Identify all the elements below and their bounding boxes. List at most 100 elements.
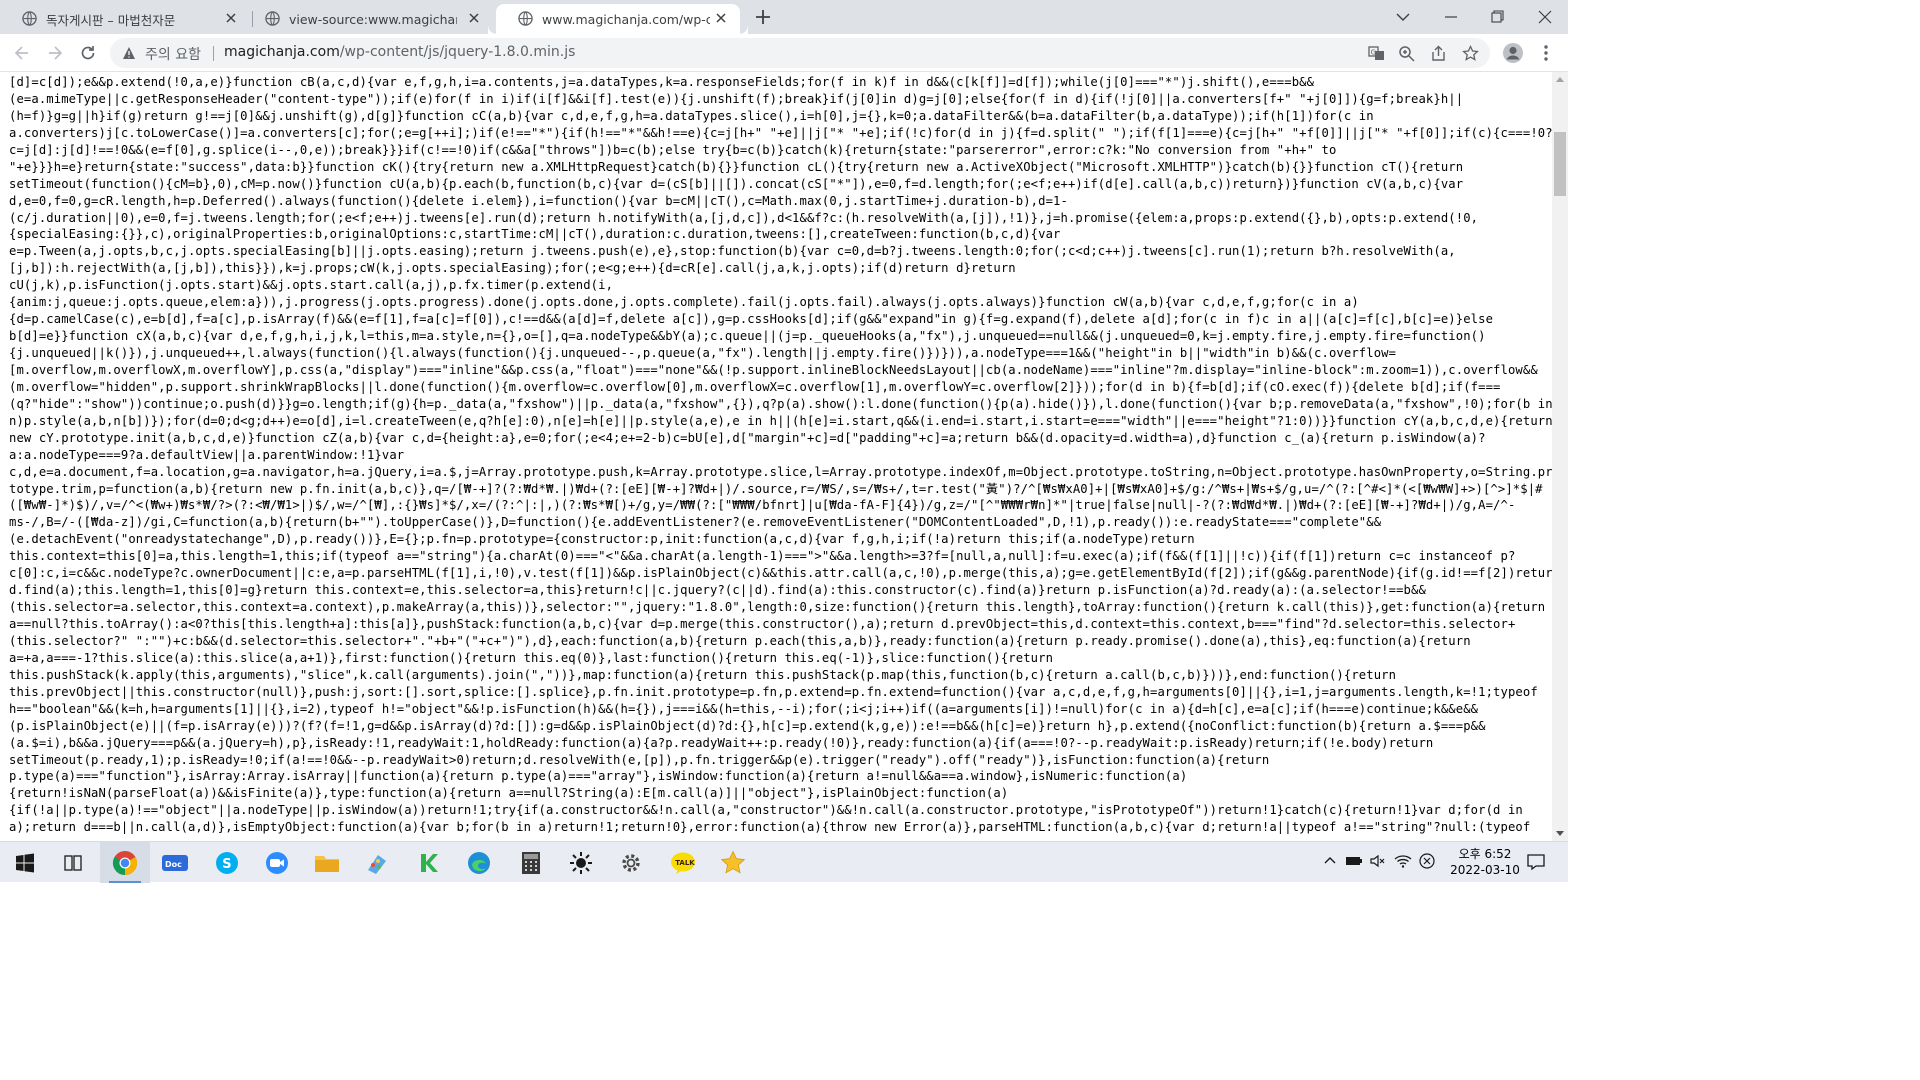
- word-app[interactable]: Doc: [150, 842, 200, 883]
- source-line: h=="boolean"&&(k=h,h=arguments[1]||{},i=…: [9, 701, 1479, 716]
- restore-icon[interactable]: [1474, 0, 1520, 34]
- settings-app[interactable]: [606, 842, 656, 883]
- vertical-scrollbar[interactable]: [1552, 72, 1568, 841]
- notification-icon[interactable]: [1526, 852, 1546, 872]
- windows-logo-icon: [16, 853, 34, 872]
- sun-icon: [570, 851, 592, 874]
- scroll-thumb[interactable]: [1554, 132, 1566, 196]
- star-icon: [720, 850, 746, 873]
- gear-icon: [622, 853, 640, 872]
- calculator-icon: [522, 851, 540, 874]
- kiwoom-app[interactable]: [404, 842, 454, 883]
- share-icon[interactable]: [1430, 45, 1447, 62]
- zoom-meeting-icon: [266, 851, 288, 874]
- source-line: ms-/,B=/-([₩da-z])/gi,C=function(a,b){re…: [9, 515, 1382, 530]
- url-text[interactable]: magichanja.com/wp-content/js/jquery-1.8.…: [224, 44, 575, 60]
- task-view-button[interactable]: [48, 842, 98, 883]
- reload-icon[interactable]: [78, 43, 98, 63]
- source-code: [d]=c[d]);e&&p.extend(!0,a,e)}function c…: [0, 72, 1552, 836]
- source-line: (this.selector=a.selector,this.context=a…: [9, 600, 1546, 615]
- url-path: /wp-content/js/jquery-1.8.0.min.js: [339, 44, 576, 60]
- svg-text:Doc: Doc: [165, 860, 182, 869]
- source-line: (p.isPlainObject(e)||(f=p.isArray(e)))?(…: [9, 718, 1486, 733]
- source-line: n)p.style(a,b,n[b])});for(d=0;d<g;d++)e=…: [9, 413, 1552, 428]
- close-window-icon[interactable]: [1522, 0, 1568, 34]
- tab-3-active[interactable]: www.magichanja.com/wp-conte: [496, 4, 748, 34]
- close-icon[interactable]: [467, 11, 481, 25]
- edge-app[interactable]: [454, 842, 504, 883]
- volume-mute-icon[interactable]: [1369, 852, 1387, 870]
- clock-time[interactable]: 오후 6:52: [1450, 845, 1520, 862]
- source-line: a=+a,a===-1?this.slice(a):this.slice(a,a…: [9, 650, 1054, 665]
- clock-date[interactable]: 2022-03-10: [1450, 863, 1520, 877]
- skype-app[interactable]: S: [202, 842, 252, 883]
- star-icon[interactable]: [1462, 45, 1479, 62]
- zoom-app[interactable]: [252, 842, 302, 883]
- source-line: {j.unqueued||k()}),j.unqueued++,l.always…: [9, 346, 1397, 360]
- profile-icon[interactable]: [1502, 42, 1524, 64]
- kakaotalk-app[interactable]: TALK: [658, 842, 708, 883]
- tab-search-chevron-icon[interactable]: [1380, 0, 1426, 34]
- skype-icon: S: [216, 851, 238, 874]
- source-line: {specialEasing:{}},c),originalProperties…: [9, 227, 1061, 242]
- task-view-icon: [64, 854, 82, 871]
- zoom-icon[interactable]: [1398, 45, 1415, 62]
- file-explorer-app[interactable]: [302, 842, 352, 883]
- source-line: this.pushStack(k.apply(this,arguments),"…: [9, 667, 1397, 682]
- source-line: b[d]=e}}function cX(a,b,c){var d,e,f,g,h…: [9, 329, 1486, 344]
- tab-title: 독자게시판 – 마법천자문: [46, 12, 176, 28]
- source-line: c=j[d]:j[d]!==!0&&(e=f[0],g.splice(i--,0…: [9, 142, 1337, 157]
- warning-triangle-icon[interactable]: [122, 46, 136, 60]
- source-line: this.prevObject||this.constructor(null)}…: [9, 684, 1538, 699]
- source-line: [m.overflow,m.overflowX,m.overflowY],p.c…: [9, 362, 1538, 377]
- source-line: (this.selector?" ":"")+c:b&&(d.selector=…: [9, 633, 1471, 648]
- tab-2[interactable]: view-source:www.magichanja.co: [243, 4, 493, 34]
- chevron-up-icon[interactable]: [1321, 852, 1339, 870]
- browser-toolbar: 주의 요함 magichanja.com/wp-content/js/jquer…: [0, 34, 1568, 72]
- calculator-app[interactable]: [506, 842, 556, 883]
- edge-icon: [468, 851, 490, 874]
- source-line: "+e}}}h=e}return{state:"success",data:b}…: [9, 159, 1464, 174]
- kebab-menu-icon[interactable]: [1535, 42, 1557, 64]
- close-icon[interactable]: [224, 11, 238, 25]
- security-label[interactable]: 주의 요함: [145, 44, 201, 64]
- svg-text:TALK: TALK: [675, 859, 695, 867]
- brightness-app[interactable]: [556, 842, 606, 883]
- word-icon: Doc: [162, 854, 188, 871]
- chrome-app[interactable]: [100, 842, 150, 883]
- wifi-icon[interactable]: [1394, 852, 1412, 870]
- paint-icon: [368, 854, 386, 874]
- paint-app[interactable]: [352, 842, 402, 883]
- source-line: setTimeout(p.ready,1);p.isReady=!0;if(a!…: [9, 752, 1270, 767]
- tab-strip: 독자게시판 – 마법천자문 view-source:www.magichanja…: [0, 0, 1568, 34]
- scroll-up-arrow-icon[interactable]: [1556, 77, 1564, 82]
- source-line: d,e=0,f=0,g=cR.length,h=p.Deferred().alw…: [9, 193, 1068, 208]
- chrome-icon: [112, 850, 138, 875]
- tab-1[interactable]: 독자게시판 – 마법천자문: [0, 4, 250, 34]
- minimize-icon[interactable]: [1428, 0, 1474, 34]
- forward-arrow-icon[interactable]: [45, 43, 65, 63]
- source-line: (e.detachEvent("onreadystatechange",D),p…: [9, 532, 1195, 547]
- source-line: {if(!a||p.type(a)!=="object"||a.nodeType…: [9, 803, 1523, 818]
- source-line: e=p.Tween(a,j.opts,b,c,j.opts.specialEas…: [9, 244, 1456, 259]
- globe-icon: [518, 11, 533, 26]
- address-bar[interactable]: 주의 요함 magichanja.com/wp-content/js/jquer…: [110, 38, 1490, 68]
- start-button[interactable]: [0, 842, 50, 883]
- source-line: cU(j,k),p.isFunction(j.opts.start)&&j.op…: [9, 278, 614, 293]
- source-line: (m.overflow="hidden",p.support.shrinkWra…: [9, 379, 1501, 394]
- source-line: [d]=c[d]);e&&p.extend(!0,a,e)}function c…: [9, 75, 1315, 89]
- source-line: a:a.nodeType===9?a.defaultView||a.parent…: [9, 447, 405, 462]
- source-line: (h=f)}g=g||h}if(g)return g!==j[0]&&j.uns…: [9, 108, 1374, 123]
- omnibox-separator: [213, 46, 214, 61]
- source-line: d.find(a);this.length=1,this[0]=g}return…: [9, 583, 1426, 598]
- ime-icon[interactable]: [1418, 852, 1436, 870]
- scroll-down-arrow-icon[interactable]: [1556, 831, 1564, 836]
- back-arrow-icon[interactable]: [12, 43, 32, 63]
- favorites-app[interactable]: [708, 842, 758, 883]
- battery-icon[interactable]: [1345, 852, 1363, 870]
- source-line: ([₩w₩-]*)$)/,v=/^<(₩w+)₩s*₩/?>(?:<₩/₩1>|…: [9, 498, 1516, 513]
- plus-icon[interactable]: [752, 6, 774, 28]
- source-line: a==null?this.toArray():a<0?this[this.len…: [9, 617, 1516, 631]
- close-icon[interactable]: [714, 11, 728, 25]
- translate-icon[interactable]: G: [1368, 45, 1385, 62]
